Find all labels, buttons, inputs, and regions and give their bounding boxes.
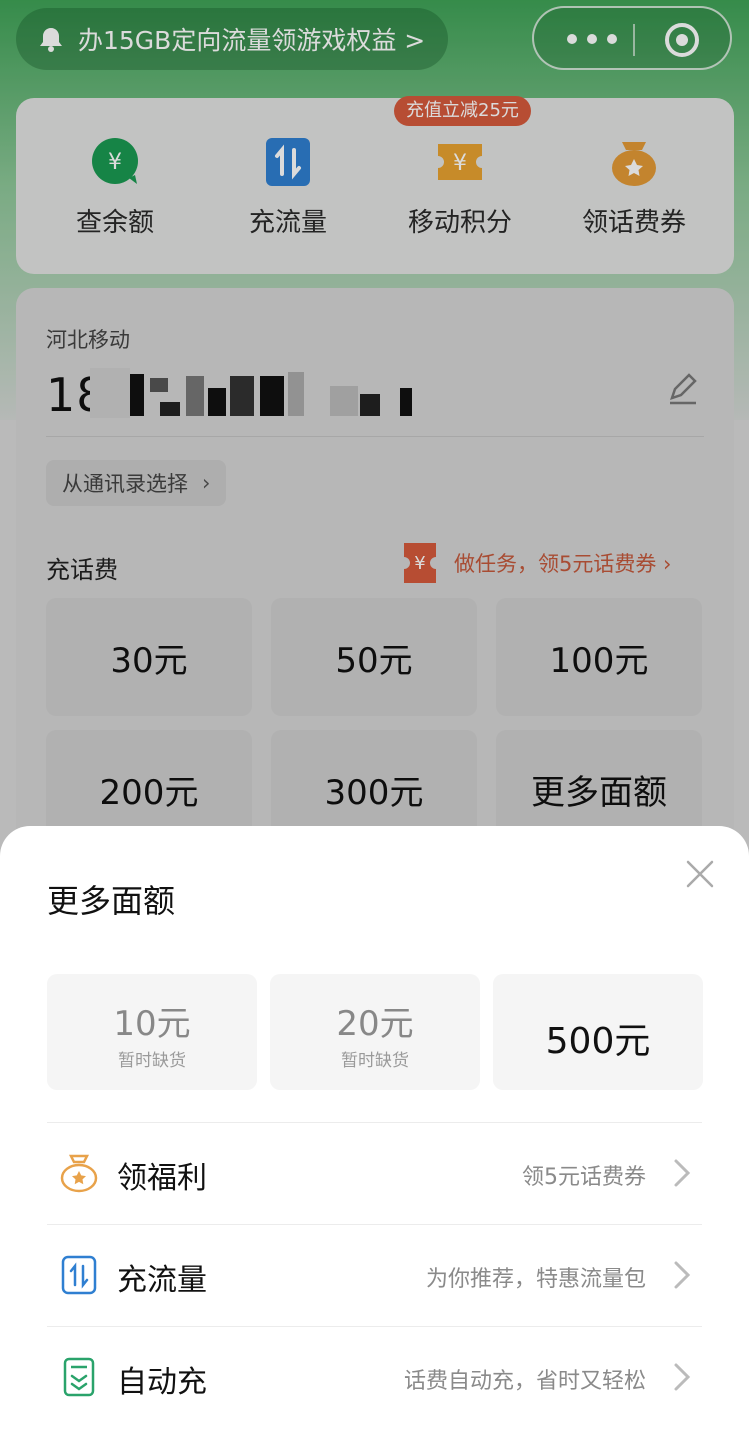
stock-status: 暂时缺货 [341,1051,409,1071]
chevron-right-icon [674,1261,691,1289]
amount-value: 500元 [545,1021,651,1062]
menu-row-data[interactable]: 充流量 为你推荐，特惠流量包 [47,1224,702,1326]
sheet-title: 更多面额 [47,882,176,920]
coupon-bag-icon [60,1154,98,1193]
close-icon[interactable] [684,858,716,890]
menu-row-auto-recharge[interactable]: 自动充 话费自动充，省时又轻松 [47,1326,702,1428]
more-amounts-sheet: 更多面额 10元 暂时缺货 20元 暂时缺货 500元 领福利 领5元话费券 充… [0,826,749,1454]
menu-row-benefits[interactable]: 领福利 领5元话费券 [47,1122,702,1224]
stock-status: 暂时缺货 [118,1051,186,1071]
amount-value: 20元 [336,1004,414,1044]
row-subtitle: 领5元话费券 [522,1165,646,1190]
row-label: 领福利 [117,1161,207,1196]
row-subtitle: 话费自动充，省时又轻松 [403,1369,646,1394]
row-subtitle: 为你推荐，特惠流量包 [425,1267,646,1292]
row-label: 充流量 [117,1263,207,1298]
auto-recharge-icon [63,1357,95,1397]
amount-option-out-of-stock: 10元 暂时缺货 [47,974,257,1090]
page: 办15GB定向流量领游戏权益 > ¥ 查余额 充流量 ¥ 移动积分 领话费券 充… [0,0,749,1454]
chevron-right-icon [674,1363,691,1391]
amount-option[interactable]: 500元 [493,974,703,1090]
data-transfer-icon [61,1255,97,1295]
amount-option-out-of-stock: 20元 暂时缺货 [270,974,480,1090]
row-label: 自动充 [117,1365,207,1400]
amount-value: 10元 [113,1004,191,1044]
chevron-right-icon [674,1159,691,1187]
